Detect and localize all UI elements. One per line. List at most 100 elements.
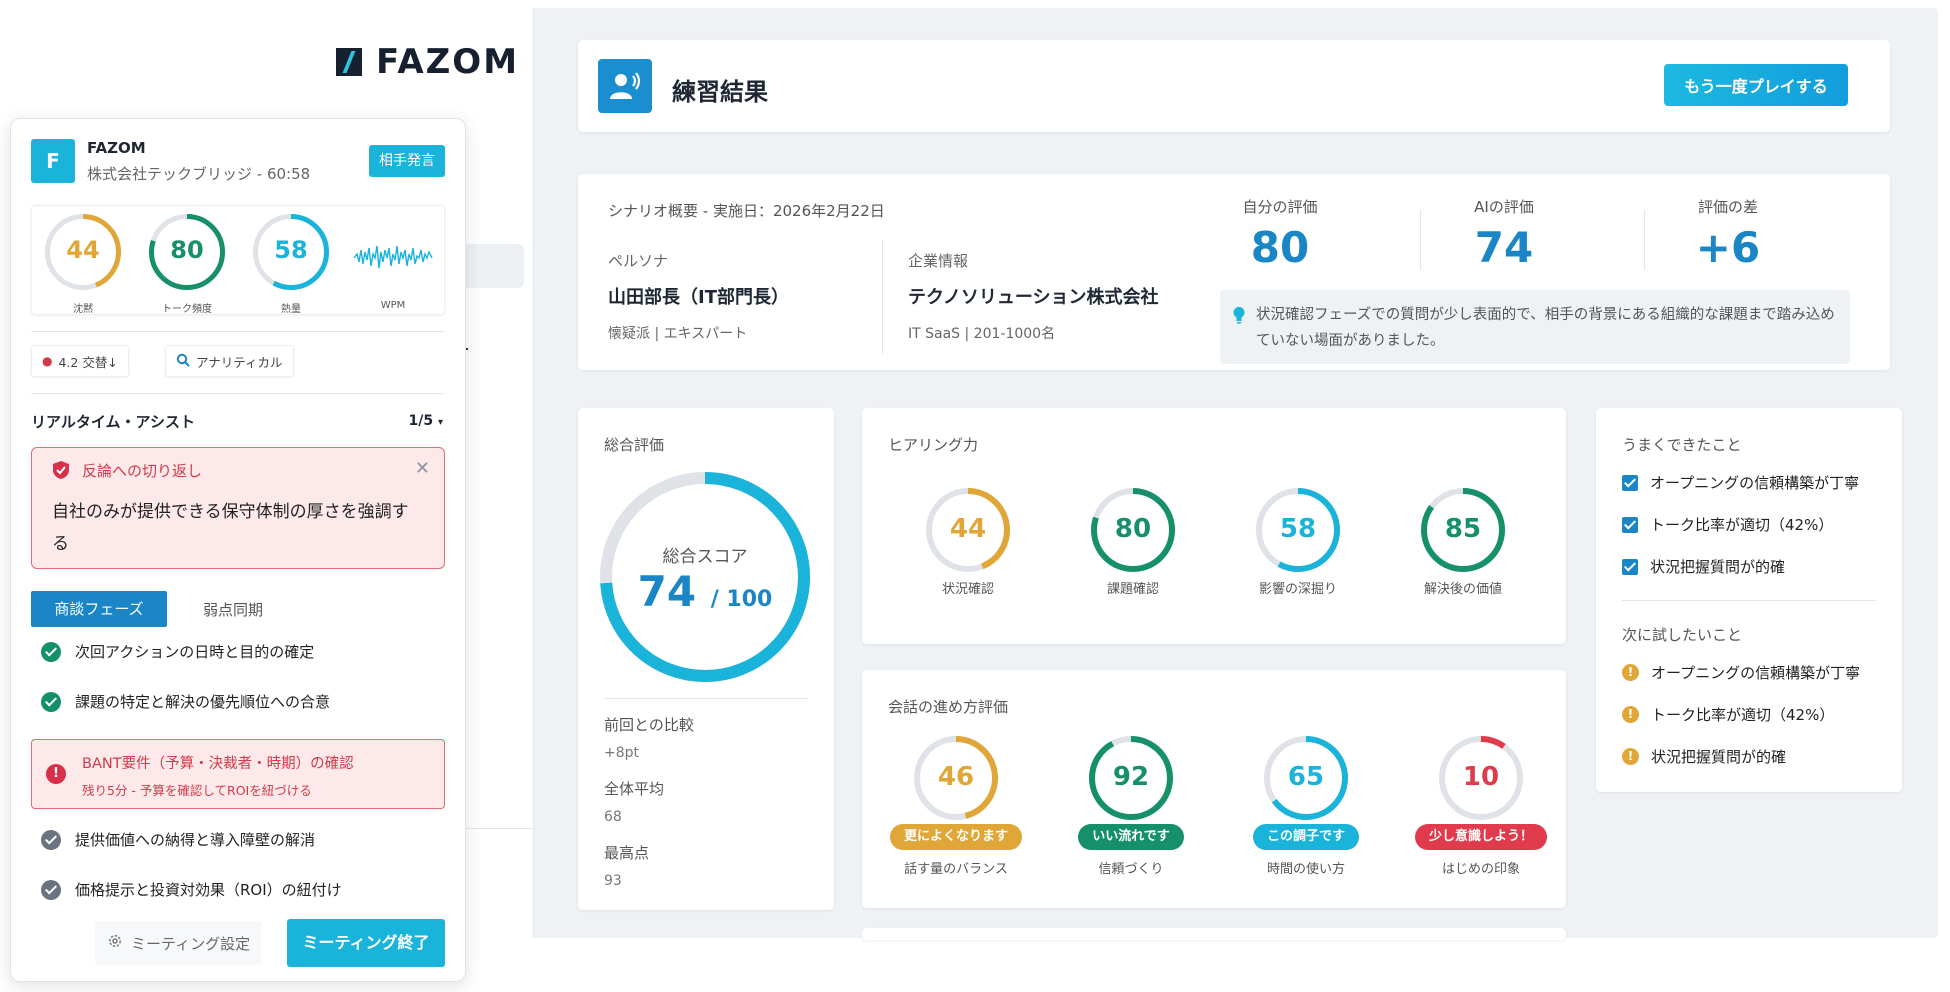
status-badge: 少し意識しよう！ [1414,824,1547,850]
logo[interactable]: FAZOM [336,42,519,82]
feedback-note: 状況確認フェーズでの質問が少し表面的で、相手の背景にある組織的な課題まで踏み込め… [1220,290,1850,364]
assist-page: 1/5 [408,413,434,429]
check-circle-icon [41,879,61,900]
task-alert[interactable]: ! BANT要件（予算・決裁者・時期）の確認 残り5分 - 予算を確認してROI… [31,739,445,809]
meter-label: 沈黙 [73,304,93,315]
hearing-title: ヒアリング力 [888,436,979,454]
chevron-down-icon: ▾ [437,417,443,428]
gauge-value: 46 [937,762,975,792]
check-circle-icon [41,641,61,662]
checkbox-checked-icon [1622,474,1638,491]
gauge-label: 時間の使い方 [1266,862,1345,877]
next-card-edge [862,928,1566,940]
metric-value: 74 [1474,223,1534,272]
conversation-card: 会話の進め方評価 46 更によくなります 話す量のバランス 92 いい流れです 信頼づくり… [862,670,1566,908]
task-alert-sub: 残り5分 - 予算を確認してROIを紐づける [82,783,312,798]
scenario-card: シナリオ概要 - 実施日：2026年2月22日 ペルソナ 山田部長（IT部門長）… [578,174,1890,370]
gauge-value: 80 [1114,514,1152,544]
divider [1622,600,1876,601]
metric-label: AIの評価 [1474,198,1534,216]
persona-block: ペルソナ 山田部長（IT部門長） 懐疑派 | エキスパート [608,250,789,343]
gauge-label: 課題確認 [1106,582,1159,597]
checkbox-checked-icon [1622,558,1638,575]
status-badge: 更によくなります [889,824,1022,850]
overall-title: 総合評価 [604,436,665,454]
alert-icon: ! [46,764,66,784]
stat-previous: 前回との比較 +8pt [604,714,694,761]
replay-button[interactable]: もう一度プレイする [1664,64,1848,106]
end-meeting-button[interactable]: ミーティング終了 [287,919,445,967]
task-item[interactable]: 次回アクションの日時と目的の確定 [41,641,314,662]
check-circle-icon [41,691,61,712]
good-item-text: トーク比率が適切（42%） [1650,516,1834,534]
metric-ai: AIの評価 74 [1392,196,1616,272]
metric-label: 評価の差 [1697,198,1758,216]
settings-button[interactable]: ミーティング設定 [95,921,263,965]
task-item[interactable]: 提供価値への納得と導入障壁の解消 [41,829,315,850]
persona-name: 山田部長（IT部門長） [608,287,789,308]
turn-chip[interactable]: ● 4.2 交替↓ [31,345,129,377]
metric-label: 自分の評価 [1242,198,1318,216]
next-item-text: トーク比率が適切（42%） [1651,706,1835,724]
meter-value: 58 [274,236,308,264]
scenario-heading: シナリオ概要 - 実施日：2026年2月22日 [608,202,885,220]
check-circle-icon [41,829,61,850]
settings-label: ミーティング設定 [131,934,251,953]
alert-title: 反論への切り返し [82,462,203,480]
divider [604,698,808,699]
speaker-button[interactable]: 相手発言 [369,145,445,177]
panel-name: FAZOM [87,139,146,157]
gauge-label: 信頼づくり [1098,862,1164,877]
task-item[interactable]: 価格提示と投資対効果（ROI）の紐付け [41,879,342,900]
tab-weakness[interactable]: 弱点同期 [203,599,263,620]
score-gauge: 44 状況確認 [893,488,1043,597]
stat-average: 全体平均 68 [604,778,664,825]
next-item-text: 状況把握質問が的確 [1651,748,1787,766]
panel-meter: 44 沈黙 [42,214,124,315]
stat-label: 最高点 [604,844,650,862]
style-chip[interactable]: アナリティカル [165,345,294,377]
wpm-label: WPM [380,300,406,311]
alert-body: 自社のみが提供できる保守体制の厚さを強調する [52,502,409,554]
gauge-label: はじめの印象 [1441,862,1520,877]
persona-label: ペルソナ [608,252,669,270]
overall-score-value: 74 [637,567,697,616]
warning-icon: ! [1622,706,1639,723]
company-name: テクノソリューション株式会社 [908,287,1159,308]
meter-label: トーク頻度 [162,304,212,315]
hearing-card: ヒアリング力 44 状況確認 80 課題確認 58 影響の深掘り 85 解決後の価値 [862,408,1566,644]
feedback-text: 状況確認フェーズでの質問が少し表面的で、相手の背景にある組織的な課題まで踏み込め… [1256,307,1835,349]
gauge-value: 44 [949,514,987,544]
meter-label: 熱量 [281,304,301,315]
overall-card: 総合評価 総合スコア 74 / 100 前回との比較 +8pt 全体平均 68 … [578,408,834,910]
metric-diff: 評価の差 +6 [1616,196,1840,272]
close-icon[interactable]: ✕ [415,458,430,479]
warning-icon: ! [1622,748,1639,765]
task-text: 次回アクションの日時と目的の確定 [75,643,315,661]
search-icon [176,353,190,370]
stat-label: 前回との比較 [604,716,694,734]
score-gauge: 85 解決後の価値 [1388,488,1538,597]
task-text: 課題の特定と解決の優先順位への合意 [75,693,331,711]
panel-meter: 58 熱量 [250,214,332,315]
assist-pager[interactable]: 1/5 ▾ [408,413,443,429]
style-chip-text: アナリティカル [196,354,283,370]
divider [882,240,883,354]
overall-caption: 総合スコア [662,547,748,567]
app-window: FAZOM 練習結果 もう一度プレイする シナリオ概要 - 実施日：2026年2… [294,8,1938,940]
score-gauge: 80 課題確認 [1058,488,1208,597]
metric-value: 80 [1250,223,1310,272]
gauge-value: 85 [1444,514,1482,544]
good-item: トーク比率が適切（42%） [1622,514,1833,535]
score-gauge: 92 いい流れです 信頼づくり [1056,736,1206,877]
feedback-list-card: うまくできたこと オープニングの信頼構築が丁寧 トーク比率が適切（42%） 状況… [1596,408,1902,792]
company-sub: IT SaaS | 201-1000名 [908,326,1056,342]
company-block: 企業情報 テクノソリューション株式会社 IT SaaS | 201-1000名 [908,250,1159,343]
gauge-label: 状況確認 [941,582,994,597]
good-item-text: 状況把握質問が的確 [1650,558,1786,576]
tab-phase[interactable]: 商談フェーズ [31,591,167,627]
next-item: ! 状況把握質問が的確 [1622,746,1786,767]
task-item[interactable]: 課題の特定と解決の優先順位への合意 [41,691,330,712]
checkbox-checked-icon [1622,516,1638,533]
persona-sub: 懐疑派 | エキスパート [608,326,748,342]
